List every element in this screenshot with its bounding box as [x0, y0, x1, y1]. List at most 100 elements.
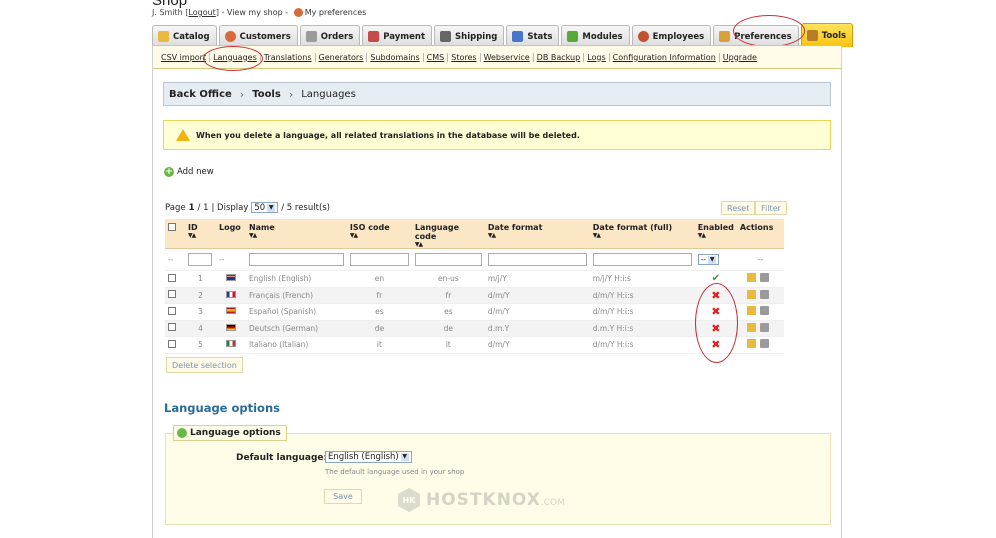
delete-icon[interactable]	[760, 289, 770, 299]
subnav-stores[interactable]: Stores	[448, 52, 481, 62]
cell-id: 3	[184, 303, 216, 321]
page-current: 1	[188, 202, 195, 213]
filter-enabled-select[interactable]: -- ▼	[697, 254, 720, 265]
filter-language-code-input[interactable]	[414, 253, 482, 266]
header-enabled[interactable]: Enabled ▼▲	[694, 219, 737, 249]
tab-payment[interactable]: Payment	[362, 25, 433, 47]
tab-employees[interactable]: Employees	[631, 25, 712, 47]
delete-icon[interactable]	[760, 322, 770, 332]
sort-arrows-icon[interactable]: ▼▲	[488, 232, 587, 239]
delete-icon[interactable]	[760, 339, 770, 349]
delete-icon[interactable]	[760, 306, 770, 316]
header-iso-code[interactable]: ISO code ▼▲	[346, 219, 412, 249]
table-row[interactable]: 1 English (English) en en-us m/j/Y m/j/Y…	[165, 270, 784, 288]
delete-icon[interactable]	[760, 273, 770, 283]
cell-language-code: de	[411, 320, 485, 337]
header-date-format[interactable]: Date format ▼▲	[484, 219, 590, 249]
warning-message: When you delete a language, all related …	[163, 120, 831, 150]
filter-id-input[interactable]	[187, 253, 212, 266]
row-checkbox[interactable]	[168, 306, 176, 315]
disabled-cross-icon[interactable]: ✖	[711, 305, 720, 318]
header-id[interactable]: ID ▼▲	[184, 219, 216, 249]
cell-date-format-full: d.m.Y H:i:s	[589, 320, 695, 337]
tab-stats[interactable]: Stats	[506, 25, 560, 47]
header-actions: Actions	[736, 219, 784, 249]
cell-date-format-full: d/m/Y H:i:s	[589, 303, 695, 321]
subnav-generators[interactable]: Generators	[316, 52, 368, 62]
subnav-languages[interactable]: Languages	[210, 52, 261, 62]
tab-modules[interactable]: Modules	[561, 25, 630, 47]
header-date-format-full[interactable]: Date format (full) ▼▲	[589, 219, 695, 249]
header-name[interactable]: Name ▼▲	[245, 219, 347, 249]
select-all-checkbox[interactable]	[168, 223, 176, 231]
add-new-link[interactable]: + Add new	[164, 167, 214, 177]
disabled-cross-icon[interactable]: ✖	[711, 289, 720, 302]
filter-date-format-full-input[interactable]	[592, 253, 692, 266]
tab-catalog[interactable]: Catalog	[152, 25, 217, 47]
logout-link[interactable]: Logout	[188, 8, 215, 17]
disabled-cross-icon[interactable]: ✖	[711, 338, 720, 351]
tab-customers[interactable]: Customers	[218, 25, 298, 47]
row-checkbox[interactable]	[168, 323, 176, 332]
save-button[interactable]: Save	[324, 489, 362, 504]
tab-preferences[interactable]: Preferences	[713, 25, 799, 47]
default-language-hint: The default language used in your shop	[325, 468, 465, 476]
cell-name: Deutsch (German)	[245, 320, 347, 337]
cell-iso: it	[346, 336, 412, 354]
row-checkbox[interactable]	[168, 339, 176, 348]
tab-shipping[interactable]: Shipping	[434, 25, 505, 47]
cell-iso: de	[346, 320, 412, 337]
sort-arrows-icon[interactable]: ▼▲	[188, 232, 213, 239]
edit-icon[interactable]	[747, 273, 757, 283]
pagination: Page 1 / 1 | Display 50 ▼ / 5 result(s)	[165, 202, 330, 213]
table-row[interactable]: 5 Italiano (Italian) it it d/m/Y d/m/Y H…	[165, 336, 784, 354]
add-new-label: Add new	[177, 167, 214, 177]
edit-icon[interactable]	[747, 289, 757, 299]
subnav-csv-import[interactable]: CSV import	[158, 52, 211, 62]
table-row[interactable]: 2 Français (French) fr fr d/m/Y d/m/Y H:…	[165, 287, 784, 304]
sort-arrows-icon[interactable]: ▼▲	[350, 232, 409, 239]
row-checkbox[interactable]	[168, 273, 176, 282]
default-language-select[interactable]: English (English) ▼	[325, 451, 412, 463]
per-page-select[interactable]: 50 ▼	[251, 202, 279, 213]
subnav-configuration-information[interactable]: Configuration Information	[610, 52, 720, 62]
breadcrumb-back-office[interactable]: Back Office	[169, 89, 232, 100]
subnav-upgrade[interactable]: Upgrade	[720, 53, 760, 62]
subnav-db-backup[interactable]: DB Backup	[534, 52, 585, 62]
table-row[interactable]: 4 Deutsch (German) de de d.m.Y d.m.Y H:i…	[165, 320, 784, 337]
edit-icon[interactable]	[747, 322, 757, 332]
sort-arrows-icon[interactable]: ▼▲	[249, 232, 344, 239]
results-count: / 5 result(s)	[281, 202, 331, 213]
cell-name: English (English)	[245, 270, 347, 288]
subnav-logs[interactable]: Logs	[584, 52, 610, 62]
filter-iso-input[interactable]	[349, 253, 409, 266]
filter-name-input[interactable]	[248, 253, 344, 266]
sort-arrows-icon[interactable]: ▼▲	[593, 232, 692, 239]
enabled-check-icon[interactable]: ✔	[712, 273, 720, 284]
tab-orders[interactable]: Orders	[299, 25, 361, 47]
spanish-flag-icon	[225, 307, 236, 315]
header-language-code[interactable]: Language code ▼▲	[411, 219, 485, 249]
filter-date-format-input[interactable]	[487, 253, 587, 266]
reset-button[interactable]: Reset	[721, 201, 756, 215]
row-checkbox[interactable]	[168, 290, 176, 299]
my-preferences-link[interactable]: My preferences	[305, 8, 367, 17]
breadcrumb: Back Office › Tools › Languages	[163, 82, 831, 106]
sort-arrows-icon[interactable]: ▼▲	[415, 241, 482, 248]
sort-arrows-icon[interactable]: ▼▲	[698, 232, 734, 239]
subnav-translations[interactable]: Translations	[261, 52, 316, 62]
tab-tools[interactable]: Tools	[800, 23, 854, 47]
subnav-webservice[interactable]: Webservice	[481, 52, 534, 62]
breadcrumb-tools[interactable]: Tools	[252, 89, 281, 100]
disabled-cross-icon[interactable]: ✖	[711, 322, 720, 335]
subnav-cms[interactable]: CMS	[424, 52, 449, 62]
cell-language-code: fr	[411, 287, 485, 304]
table-row[interactable]: 3 Español (Spanish) es es d/m/Y d/m/Y H:…	[165, 303, 784, 321]
view-shop-link[interactable]: View my shop	[227, 8, 283, 17]
edit-icon[interactable]	[747, 339, 757, 349]
subnav-subdomains[interactable]: Subdomains	[367, 52, 424, 62]
person-icon	[224, 31, 236, 42]
edit-icon[interactable]	[747, 306, 757, 316]
filter-button[interactable]: Filter	[755, 201, 787, 215]
delete-selection-button[interactable]: Delete selection	[166, 357, 243, 373]
